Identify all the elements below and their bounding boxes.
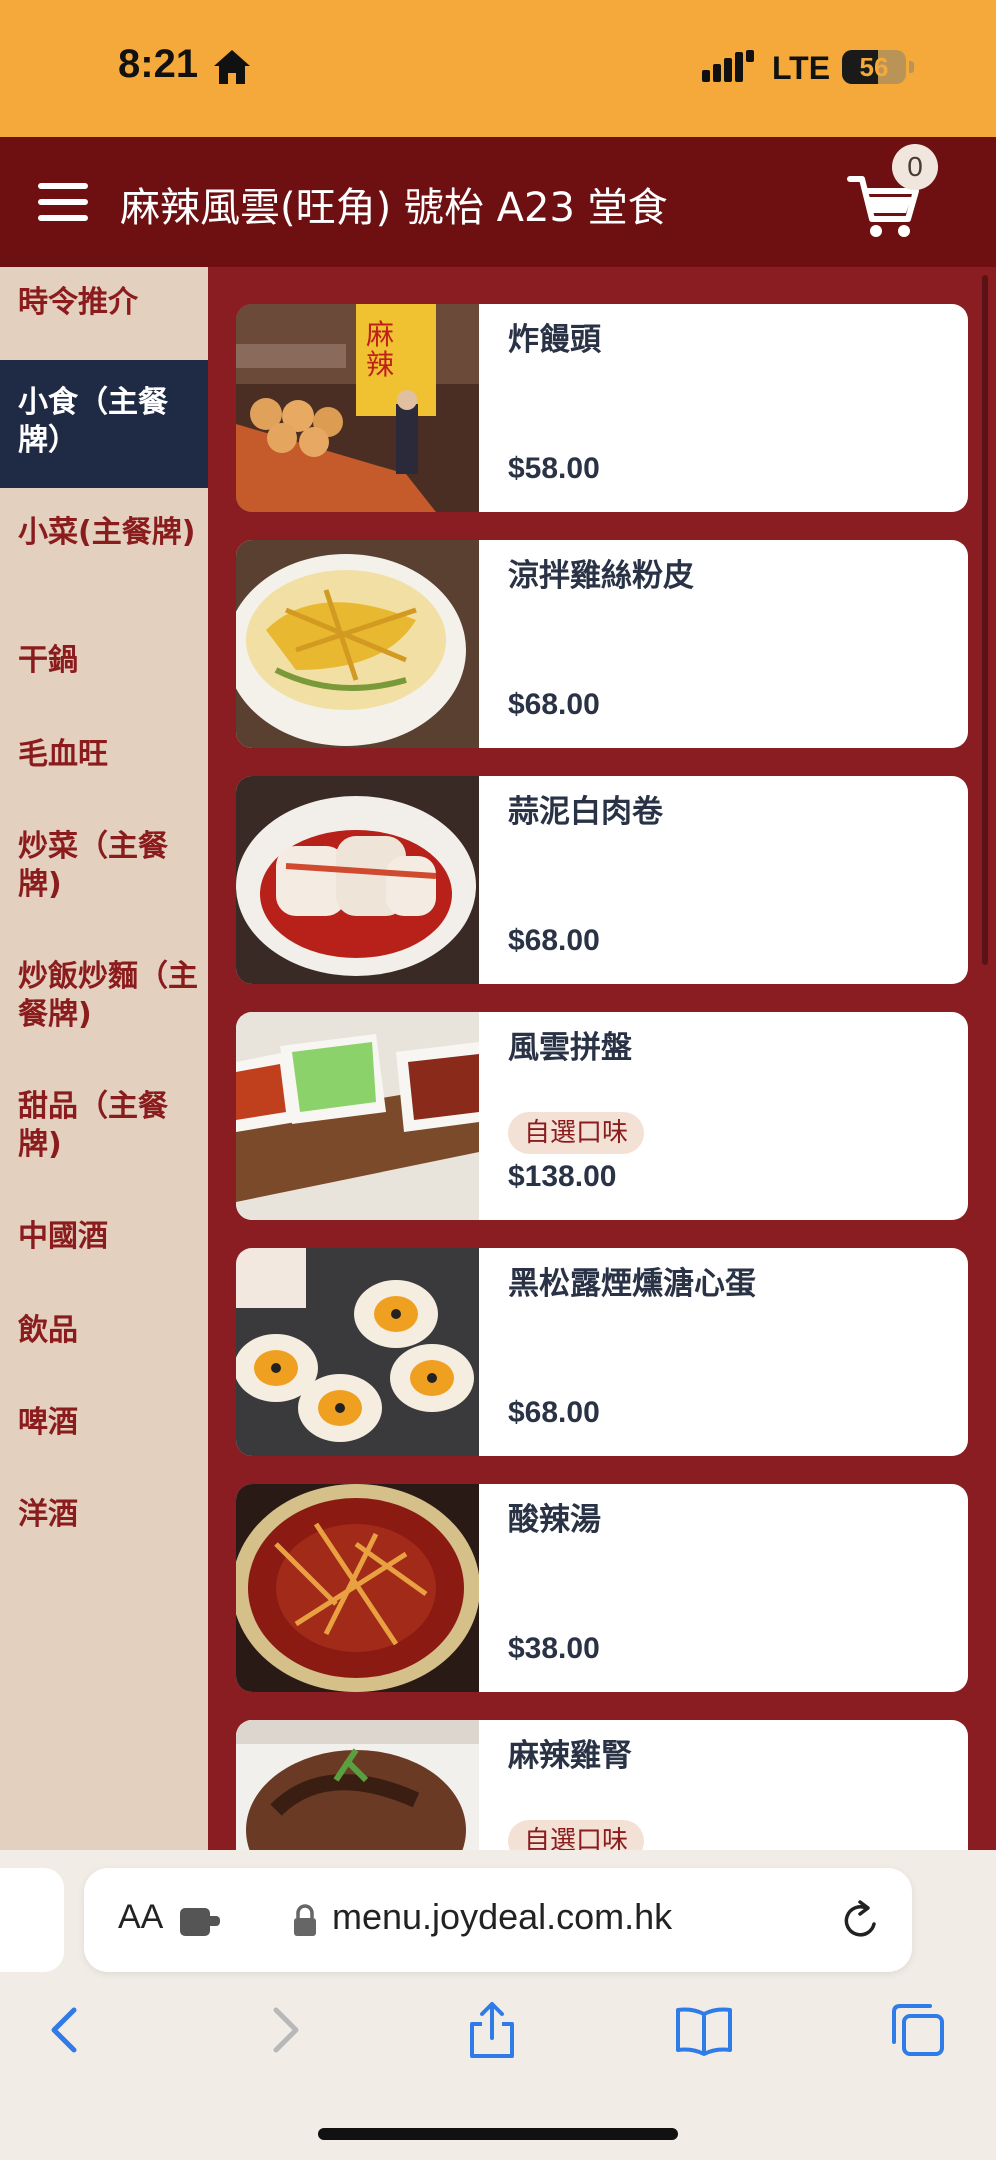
share-icon[interactable] bbox=[462, 2000, 522, 2060]
option-tag: 自選口味 bbox=[508, 1820, 645, 1850]
extension-icon[interactable] bbox=[180, 1904, 222, 1938]
category-label: 炒菜（主餐牌) bbox=[18, 829, 168, 902]
category-snacks[interactable]: 小食（主餐牌） bbox=[0, 360, 208, 488]
network-label: LTE bbox=[772, 50, 831, 86]
category-spirits[interactable]: 洋酒 bbox=[0, 1496, 208, 1540]
url-text[interactable]: menu.joydeal.com.hk bbox=[332, 1896, 672, 1938]
food-photo bbox=[236, 1720, 479, 1850]
lock-icon bbox=[294, 1904, 316, 1936]
home-icon bbox=[214, 50, 250, 84]
food-photo bbox=[236, 1248, 479, 1456]
item-name: 蒜泥白肉卷 bbox=[508, 794, 663, 830]
category-label: 毛血旺 bbox=[18, 737, 108, 772]
menu-item-card[interactable]: 風雲拼盤 自選口味 $138.00 bbox=[236, 1012, 968, 1220]
menu-item-card[interactable]: 麻辣雞腎 自選口味 bbox=[236, 1720, 968, 1850]
category-label: 小食（主餐牌） bbox=[18, 385, 168, 458]
item-price: $68.00 bbox=[508, 1396, 600, 1429]
food-photo bbox=[236, 540, 479, 748]
category-chinese-wine[interactable]: 中國酒 bbox=[0, 1218, 208, 1262]
item-price: $58.00 bbox=[508, 452, 600, 485]
menu-item-card[interactable]: 涼拌雞絲粉皮 $68.00 bbox=[236, 540, 968, 748]
scrollbar[interactable] bbox=[982, 275, 988, 965]
hamburger-menu-icon[interactable] bbox=[34, 177, 92, 227]
battery-icon: 56 bbox=[842, 50, 906, 84]
food-photo bbox=[236, 1012, 479, 1220]
category-label: 甜品（主餐牌) bbox=[18, 1089, 168, 1162]
category-label: 啤酒 bbox=[18, 1405, 78, 1440]
category-desserts[interactable]: 甜品（主餐牌) bbox=[0, 1088, 208, 1168]
status-bar: 8:21 LTE 56 bbox=[0, 0, 996, 137]
reader-options-button[interactable]: AA bbox=[118, 1898, 163, 1937]
category-fried-rice-noodles[interactable]: 炒飯炒麵（主餐牌) bbox=[0, 958, 208, 1038]
category-dry-pot[interactable]: 干鍋 bbox=[0, 642, 208, 686]
forward-icon[interactable] bbox=[254, 2000, 314, 2060]
item-name: 涼拌雞絲粉皮 bbox=[508, 558, 694, 594]
home-indicator bbox=[318, 2128, 678, 2140]
menu-item-card[interactable]: 麻 辣 炸饅頭 $58.00 bbox=[236, 304, 968, 512]
category-label: 飲品 bbox=[18, 1313, 78, 1348]
battery-cap bbox=[909, 61, 914, 73]
category-sidebar bbox=[0, 267, 208, 1850]
menu-item-card[interactable]: 酸辣湯 $38.00 bbox=[236, 1484, 968, 1692]
category-label: 干鍋 bbox=[18, 643, 78, 678]
bookmarks-icon[interactable] bbox=[674, 2000, 734, 2060]
cart-count-badge: 0 bbox=[892, 144, 938, 190]
category-maoxuewang[interactable]: 毛血旺 bbox=[0, 736, 208, 780]
food-photo: 麻 辣 bbox=[236, 304, 479, 512]
battery-level: 56 bbox=[859, 52, 889, 82]
category-drinks[interactable]: 飲品 bbox=[0, 1312, 208, 1356]
signal-icon bbox=[702, 50, 754, 82]
page-title: 麻辣風雲(旺角) 號枱 A23 堂食 bbox=[120, 185, 668, 231]
tabs-icon[interactable] bbox=[888, 2000, 948, 2060]
item-price: $68.00 bbox=[508, 924, 600, 957]
item-name: 風雲拼盤 bbox=[508, 1030, 632, 1066]
category-seasonal[interactable]: 時令推介 bbox=[0, 284, 208, 338]
category-label: 時令推介 bbox=[18, 285, 138, 320]
item-price: $38.00 bbox=[508, 1632, 600, 1665]
item-name: 黑松露煙燻溏心蛋 bbox=[508, 1266, 756, 1302]
food-photo bbox=[236, 1484, 479, 1692]
menu-item-card[interactable]: 黑松露煙燻溏心蛋 $68.00 bbox=[236, 1248, 968, 1456]
item-price: $68.00 bbox=[508, 688, 600, 721]
menu-item-card[interactable]: 蒜泥白肉卷 $68.00 bbox=[236, 776, 968, 984]
svg-text:辣: 辣 bbox=[366, 348, 394, 381]
status-time: 8:21 bbox=[118, 42, 199, 86]
reload-icon[interactable] bbox=[840, 1898, 882, 1942]
back-icon[interactable] bbox=[36, 2000, 96, 2060]
category-label: 小菜(主餐牌) bbox=[18, 515, 196, 550]
item-name: 酸辣湯 bbox=[508, 1502, 601, 1538]
item-name: 炸饅頭 bbox=[508, 322, 601, 358]
category-label: 洋酒 bbox=[18, 1497, 78, 1532]
item-name: 麻辣雞腎 bbox=[508, 1738, 632, 1774]
item-price: $138.00 bbox=[508, 1160, 617, 1193]
category-label: 炒飯炒麵（主餐牌) bbox=[18, 959, 198, 1032]
category-stir-fry[interactable]: 炒菜（主餐牌) bbox=[0, 828, 208, 908]
svg-text:麻: 麻 bbox=[366, 318, 394, 351]
previous-tab-preview[interactable] bbox=[0, 1868, 64, 1972]
food-photo bbox=[236, 776, 479, 984]
app-header: 麻辣風雲(旺角) 號枱 A23 堂食 bbox=[0, 137, 996, 267]
category-label: 中國酒 bbox=[18, 1219, 108, 1254]
category-dishes[interactable]: 小菜(主餐牌) bbox=[0, 514, 208, 594]
option-tag: 自選口味 bbox=[508, 1112, 645, 1154]
category-beer[interactable]: 啤酒 bbox=[0, 1404, 208, 1448]
